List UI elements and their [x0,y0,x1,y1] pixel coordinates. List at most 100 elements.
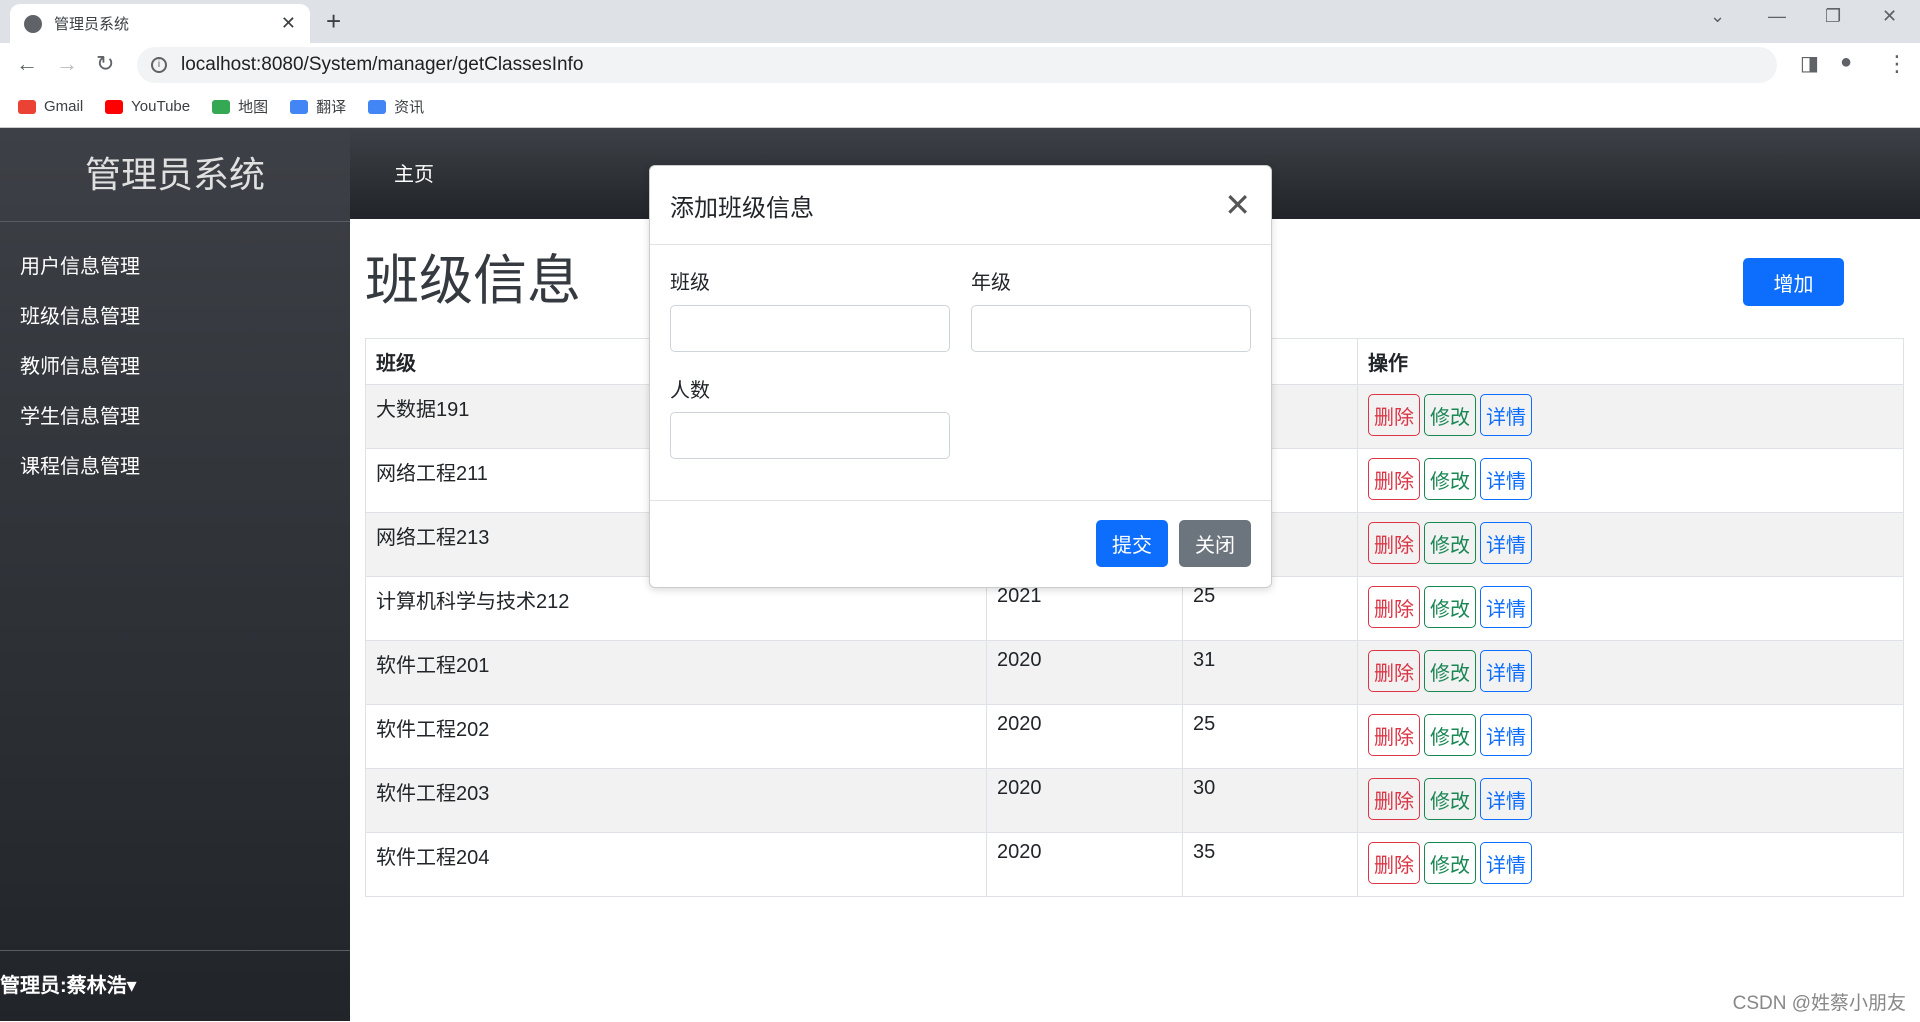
actions-cell: 删除 修改 详情 [1357,384,1904,449]
submit-button[interactable]: 提交 [1096,520,1168,567]
sidebar-item-classes[interactable]: 班级信息管理 [0,292,350,342]
edit-button[interactable]: 修改 [1424,714,1476,756]
sidebar-item-courses[interactable]: 课程信息管理 [0,442,350,492]
header-actions: 操作 [1357,338,1904,385]
menu-icon[interactable]: ⋮ [1886,51,1908,77]
info-icon[interactable]: i [151,57,167,73]
back-icon[interactable]: ← [16,51,38,77]
minimize-button[interactable]: — [1768,6,1786,27]
table-row: 软件工程201 2020 31 删除 修改 详情 [365,640,1904,705]
actions-cell: 删除 修改 详情 [1357,576,1904,641]
sidebar: 管理员系统 用户信息管理 班级信息管理 教师信息管理 学生信息管理 课程信息管理… [0,128,350,1021]
count-input[interactable] [670,412,950,459]
delete-button[interactable]: 删除 [1368,778,1420,820]
count-cell: 30 [1182,768,1358,833]
maps-icon [212,99,231,114]
bookmark-news[interactable]: 资讯 [368,96,424,117]
table-row: 软件工程203 2020 30 删除 修改 详情 [365,768,1904,833]
actions-cell: 删除 修改 详情 [1357,448,1904,513]
sidebar-item-teachers[interactable]: 教师信息管理 [0,342,350,392]
delete-button[interactable]: 删除 [1368,586,1420,628]
edit-button[interactable]: 修改 [1424,586,1476,628]
detail-button[interactable]: 详情 [1480,714,1532,756]
delete-button[interactable]: 删除 [1368,522,1420,564]
bookmark-gmail[interactable]: Gmail [18,98,83,115]
class-cell: 软件工程204 [365,832,987,897]
edit-button[interactable]: 修改 [1424,842,1476,884]
detail-button[interactable]: 详情 [1480,458,1532,500]
class-input[interactable] [670,305,950,352]
bookmark-maps[interactable]: 地图 [212,96,268,117]
class-cell: 软件工程202 [365,704,987,769]
delete-button[interactable]: 删除 [1368,714,1420,756]
close-icon[interactable]: ✕ [1224,186,1251,224]
sidebar-toggle-icon[interactable]: ◨ [1800,51,1819,76]
sidebar-item-students[interactable]: 学生信息管理 [0,392,350,442]
forward-icon[interactable]: → [56,51,78,77]
delete-button[interactable]: 删除 [1368,650,1420,692]
edit-button[interactable]: 修改 [1424,778,1476,820]
add-class-modal: 添加班级信息 ✕ 班级 年级 人数 提交 关闭 [649,165,1272,588]
browser-tab-bar: 管理员系统 ✕ + ⌄ — ❐ ✕ [0,0,1920,43]
new-tab-button[interactable]: + [326,6,341,37]
label-class: 班级 [670,272,710,294]
profile-icon[interactable]: ● [1840,51,1852,74]
grade-cell: 2020 [986,832,1183,897]
edit-button[interactable]: 修改 [1424,522,1476,564]
tab-title: 管理员系统 [54,16,130,33]
count-cell: 31 [1182,640,1358,705]
bookmark-youtube[interactable]: YouTube [105,98,190,115]
detail-button[interactable]: 详情 [1480,522,1532,564]
globe-icon [24,14,42,33]
actions-cell: 删除 修改 详情 [1357,512,1904,577]
detail-button[interactable]: 详情 [1480,778,1532,820]
label-count: 人数 [670,380,710,402]
add-button[interactable]: 增加 [1743,258,1844,306]
url-input[interactable]: i localhost:8080/System/manager/getClass… [137,47,1777,83]
grade-cell: 2020 [986,704,1183,769]
count-cell: 35 [1182,832,1358,897]
detail-button[interactable]: 详情 [1480,394,1532,436]
browser-tab[interactable]: 管理员系统 ✕ [10,4,310,43]
delete-button[interactable]: 删除 [1368,842,1420,884]
edit-button[interactable]: 修改 [1424,650,1476,692]
actions-cell: 删除 修改 详情 [1357,704,1904,769]
grade-cell: 2020 [986,640,1183,705]
bookmark-translate[interactable]: 翻译 [290,96,346,117]
edit-button[interactable]: 修改 [1424,458,1476,500]
address-bar-row: ← → ↻ i localhost:8080/System/manager/ge… [0,43,1920,86]
sidebar-item-users[interactable]: 用户信息管理 [0,242,350,292]
reload-icon[interactable]: ↻ [96,51,114,77]
page-title: 班级信息 [365,251,581,311]
actions-cell: 删除 修改 详情 [1357,768,1904,833]
cancel-button[interactable]: 关闭 [1179,520,1251,567]
edit-button[interactable]: 修改 [1424,394,1476,436]
count-cell: 25 [1182,704,1358,769]
class-cell: 软件工程201 [365,640,987,705]
grade-cell: 2020 [986,768,1183,833]
youtube-icon [105,99,124,114]
detail-button[interactable]: 详情 [1480,650,1532,692]
user-dropdown[interactable]: 管理员:蔡林浩▾ [0,950,350,1021]
gmail-icon [18,99,36,114]
translate-icon [290,99,309,114]
delete-button[interactable]: 删除 [1368,458,1420,500]
grade-input[interactable] [971,305,1251,352]
detail-button[interactable]: 详情 [1480,842,1532,884]
delete-button[interactable]: 删除 [1368,394,1420,436]
sidebar-brand: 管理员系统 [0,128,350,222]
bookmarks-bar: Gmail YouTube 地图 翻译 资讯 [0,86,1920,128]
table-row: 软件工程202 2020 25 删除 修改 详情 [365,704,1904,769]
detail-button[interactable]: 详情 [1480,586,1532,628]
actions-cell: 删除 修改 详情 [1357,640,1904,705]
watermark: CSDN @姓蔡小朋友 [1732,993,1906,1014]
nav-home[interactable]: 主页 [394,158,434,187]
maximize-button[interactable]: ❐ [1825,6,1841,27]
close-tab-icon[interactable]: ✕ [281,13,296,34]
tab-search-icon[interactable]: ⌄ [1710,6,1725,27]
modal-title: 添加班级信息 [670,194,814,222]
table-row: 软件工程204 2020 35 删除 修改 详情 [365,832,1904,897]
close-window-button[interactable]: ✕ [1882,6,1897,27]
actions-cell: 删除 修改 详情 [1357,832,1904,897]
class-cell: 软件工程203 [365,768,987,833]
